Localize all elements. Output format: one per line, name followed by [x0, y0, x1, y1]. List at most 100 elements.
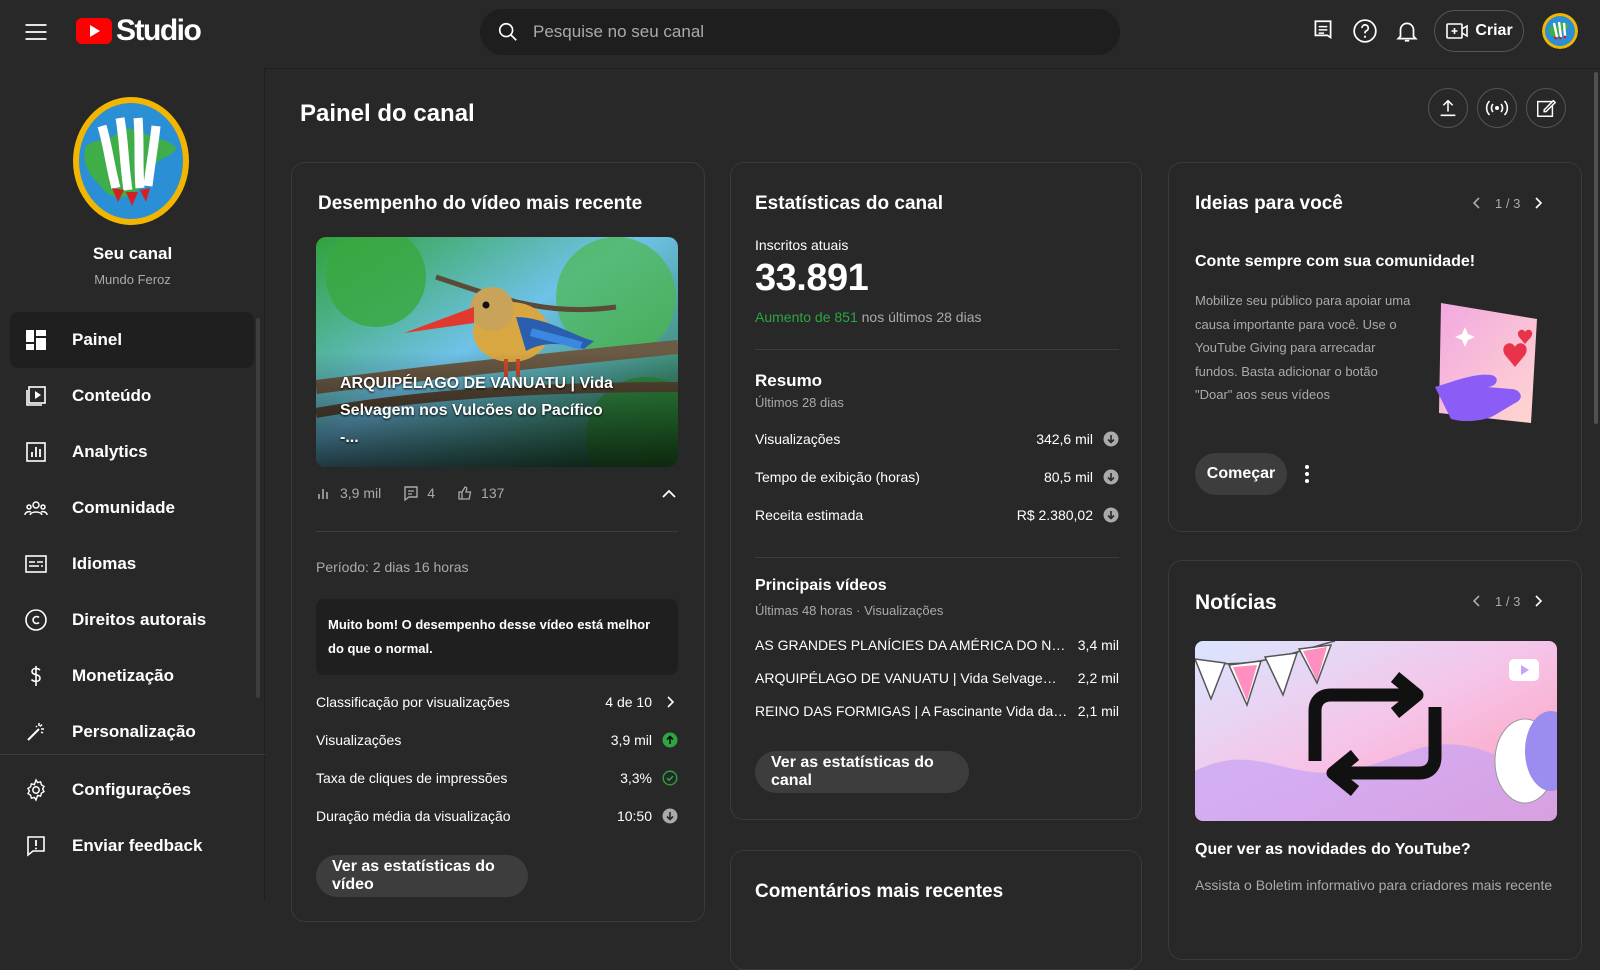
metric-label: Visualizações [316, 732, 402, 748]
copyright-icon [25, 609, 47, 631]
latest-comments-card: Comentários mais recentes [730, 850, 1142, 970]
summary-row-revenue: Receita estimada R$ 2.380,02 [755, 507, 1119, 523]
youtube-logo-icon [76, 18, 112, 44]
page-title: Painel do canal [300, 100, 475, 127]
arrow-up-circle-icon [662, 732, 678, 748]
metric-row-ranking[interactable]: Classificação por visualizações 4 de 10 [316, 694, 678, 710]
giving-illustration [1435, 297, 1555, 432]
sidebar-divider [0, 754, 265, 755]
start-button[interactable]: Começar [1195, 453, 1287, 495]
news-headline: Quer ver as novidades do YouTube? [1195, 841, 1471, 858]
sidebar-item-analytics[interactable]: Analytics [10, 424, 254, 480]
search-input[interactable] [533, 22, 1093, 42]
sidebar-item-personalizacao[interactable]: Personalização [10, 704, 254, 760]
sidebar-item-idiomas[interactable]: Idiomas [10, 536, 254, 592]
bar-chart-icon [318, 489, 328, 499]
summary-title: Resumo [755, 371, 823, 390]
sidebar-item-label: Enviar feedback [72, 836, 203, 855]
help-icon[interactable] [1352, 18, 1380, 46]
sidebar-item-label: Analytics [72, 442, 148, 461]
community-icon [24, 501, 48, 516]
metric-value: 3,9 mil [610, 732, 652, 748]
search-bar[interactable] [480, 9, 1120, 55]
sidebar-scrollbar[interactable] [256, 318, 260, 698]
more-options-icon[interactable] [1303, 463, 1311, 485]
summary-value: 80,5 mil [1043, 469, 1093, 485]
studio-logo[interactable]: Studio [76, 14, 202, 48]
summary-label: Visualizações [755, 431, 841, 447]
summary-row-watch-time: Tempo de exibição (horas) 80,5 mil [755, 469, 1119, 485]
sidebar-item-monetizacao[interactable]: Monetização [10, 648, 254, 704]
sidebar-item-enviar-feedback[interactable]: Enviar feedback [10, 818, 254, 874]
top-video-row[interactable]: ARQUIPÉLAGO DE VANUATU | Vida Selvagem n… [755, 670, 1119, 686]
video-title: ARQUIPÉLAGO DE VANUATU | Vida Selvagem n… [340, 375, 613, 446]
chevron-left-icon[interactable] [1469, 593, 1485, 609]
channel-stats-card: Estatísticas do canal Inscritos atuais 3… [730, 162, 1142, 820]
dollar-icon [30, 666, 41, 686]
ideas-pager: 1 / 3 [1469, 195, 1546, 211]
pager-label: 1 / 3 [1495, 593, 1521, 609]
top-video-row[interactable]: REINO DAS FORMIGAS | A Fascinante Vida d… [755, 703, 1119, 719]
card-divider [755, 349, 1119, 350]
subtitles-icon[interactable] [1310, 18, 1338, 46]
subtitles-icon [25, 555, 47, 573]
increase-rest: nos últimos 28 dias [857, 309, 982, 325]
sidebar-item-label: Idiomas [72, 554, 137, 573]
chevron-right-icon[interactable] [1530, 195, 1546, 211]
sidebar-item-label: Conteúdo [72, 386, 152, 405]
performance-callout: Muito bom! O desempenho desse vídeo está… [316, 599, 678, 675]
sidebar-item-conteudo[interactable]: Conteúdo [10, 368, 254, 424]
create-button[interactable]: Criar [1434, 10, 1524, 52]
go-live-button[interactable] [1477, 88, 1517, 128]
top-video-views: 2,2 mil [1077, 670, 1119, 686]
page-scrollbar[interactable] [1594, 72, 1598, 424]
search-icon [498, 22, 517, 41]
metric-label: Taxa de cliques de impressões [316, 770, 508, 786]
chevron-left-icon[interactable] [1469, 195, 1485, 211]
chevron-right-icon[interactable] [1530, 593, 1546, 609]
sidebar-bottom-nav: Configurações Enviar feedback [10, 762, 254, 874]
upload-icon [1440, 99, 1456, 117]
sidebar-item-configuracoes[interactable]: Configurações [10, 762, 254, 818]
arrow-down-circle-icon [662, 808, 678, 824]
create-post-button[interactable] [1526, 88, 1566, 128]
live-broadcast-icon [1485, 100, 1509, 116]
top-video-title: AS GRANDES PLANÍCIES DA AMÉRICA DO NORTE… [755, 637, 1068, 653]
video-thumbnail[interactable]: ARQUIPÉLAGO DE VANUATU | Vida Selvagem n… [316, 237, 678, 467]
summary-row-views: Visualizações 342,6 mil [755, 431, 1119, 447]
hamburger-menu-icon[interactable] [22, 18, 50, 46]
news-image[interactable] [1195, 641, 1557, 821]
feedback-icon [27, 836, 45, 857]
collapse-chevron-up-icon[interactable] [660, 485, 678, 503]
channel-avatar[interactable] [72, 96, 190, 226]
top-video-title: ARQUIPÉLAGO DE VANUATU | Vida Selvagem n… [755, 670, 1068, 686]
sidebar-item-label: Monetização [72, 666, 175, 685]
sidebar-item-direitos-autorais[interactable]: Direitos autorais [10, 592, 254, 648]
top-bar: Studio Criar [0, 0, 1600, 68]
dashboard-icon [26, 330, 46, 350]
top-video-row[interactable]: AS GRANDES PLANÍCIES DA AMÉRICA DO NORTE… [755, 637, 1119, 653]
notifications-bell-icon[interactable] [1394, 18, 1422, 46]
channel-stats-button[interactable]: Ver as estatísticas do canal [755, 751, 969, 793]
subscribers-increase: Aumento de 851 nos últimos 28 dias [755, 309, 981, 325]
card-title: Notícias [1195, 591, 1277, 614]
sidebar-item-label: Direitos autorais [72, 610, 207, 629]
summary-label: Tempo de exibição (horas) [755, 469, 920, 485]
video-comments: 4 [427, 485, 436, 501]
metric-value: 10:50 [616, 808, 652, 824]
sidebar-item-painel[interactable]: Painel [10, 312, 254, 368]
sidebar-nav: Painel Conteúdo Analytics Comunidade Idi… [10, 312, 254, 760]
video-stats-button[interactable]: Ver as estatísticas do vídeo [316, 855, 528, 897]
news-body: Assista o Boletim informativo para criad… [1195, 877, 1553, 893]
edit-icon [1537, 99, 1557, 117]
metric-label: Classificação por visualizações [316, 694, 510, 710]
top-videos-title: Principais vídeos [755, 577, 887, 594]
gear-icon [27, 778, 45, 802]
arrow-down-circle-icon [1103, 507, 1119, 523]
sidebar-item-comunidade[interactable]: Comunidade [10, 480, 254, 536]
metric-label: Duração média da visualização [316, 808, 511, 824]
video-period: Período: 2 dias 16 horas [316, 559, 469, 575]
upload-button[interactable] [1428, 88, 1468, 128]
arrow-down-circle-icon [1103, 431, 1119, 447]
account-avatar[interactable] [1542, 13, 1578, 49]
